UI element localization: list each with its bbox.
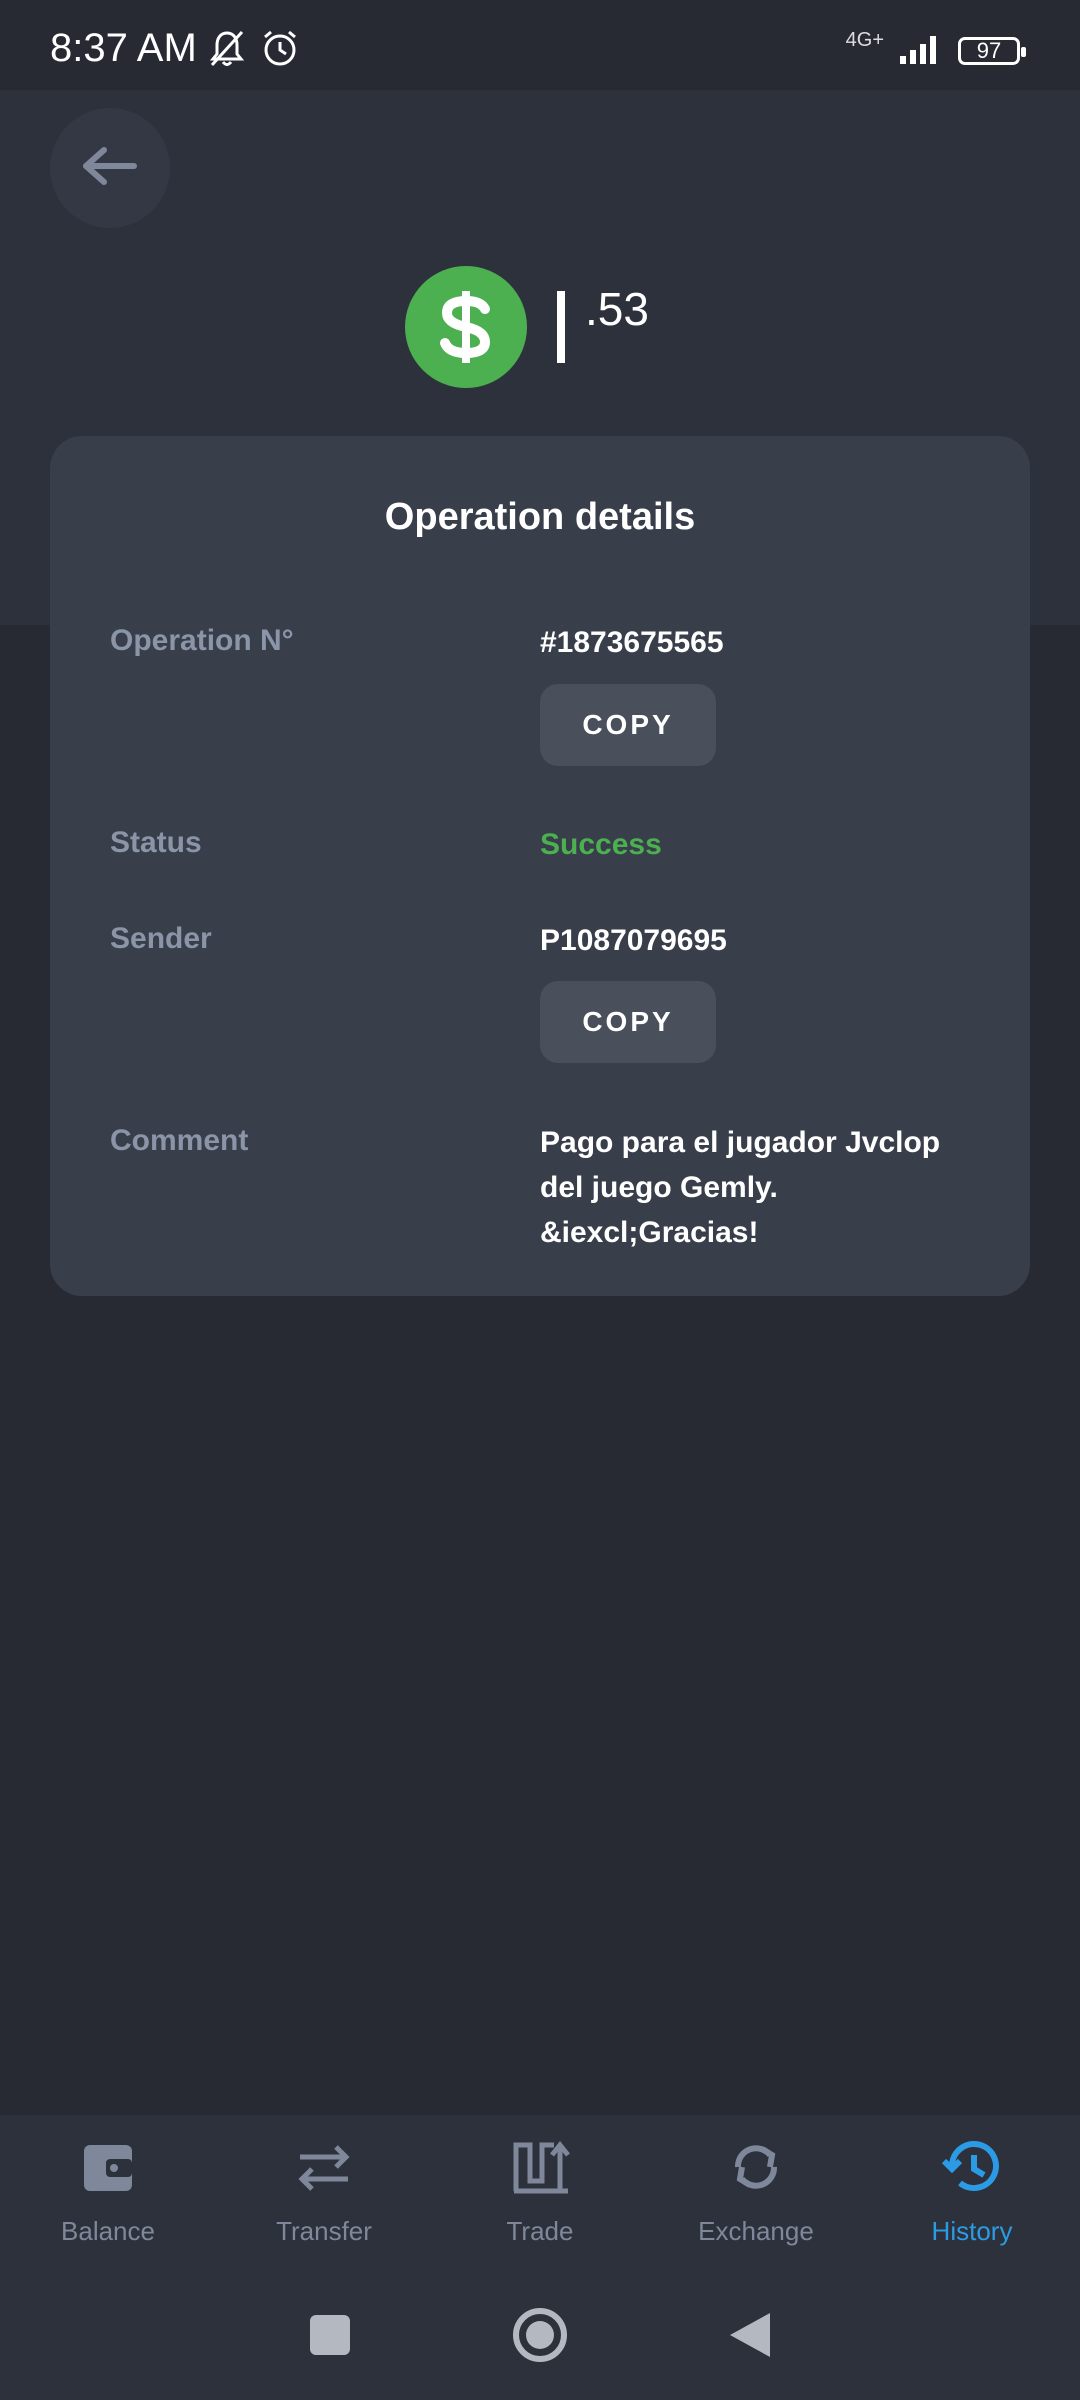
dollar-icon xyxy=(405,266,527,388)
status-value: Success xyxy=(540,828,662,861)
battery-icon: 97 xyxy=(958,36,1026,65)
nav-transfer[interactable]: Transfer xyxy=(216,2115,432,2270)
amount-display: .53 xyxy=(405,265,649,389)
signal-icon xyxy=(898,30,944,71)
operation-details-card: Operation details Operation N° #18736755… xyxy=(50,436,1030,1296)
sender-label: Sender xyxy=(110,922,212,955)
system-nav-bar xyxy=(0,2270,1080,2400)
status-icons-left xyxy=(208,28,300,73)
arrow-left-icon xyxy=(82,146,138,191)
arrows-icon xyxy=(294,2137,354,2202)
nav-trade[interactable]: Trade xyxy=(432,2115,648,2270)
home-button[interactable] xyxy=(512,2307,568,2363)
back-button[interactable] xyxy=(50,108,170,228)
status-icons-right: 4G+ 97 xyxy=(845,29,1026,71)
history-icon xyxy=(941,2137,1002,2202)
operation-number-label: Operation N° xyxy=(110,624,294,657)
comment-value: Pago para el jugador Jvclop del juego Ge… xyxy=(540,1126,941,1249)
bottom-nav: Balance Transfer Trade Exchange History xyxy=(0,2115,1080,2270)
nav-label-balance: Balance xyxy=(61,2216,155,2246)
back-nav-button[interactable] xyxy=(728,2311,772,2359)
bell-off-icon xyxy=(208,28,246,73)
status-label: Status xyxy=(110,826,202,859)
nav-label-history: History xyxy=(931,2216,1013,2246)
amount-cents: .53 xyxy=(585,283,649,335)
network-label: 4G+ xyxy=(845,29,884,51)
operation-number-value: #1873675565 xyxy=(540,626,724,659)
wallet-icon xyxy=(78,2137,138,2202)
nav-label-trade: Trade xyxy=(506,2216,574,2246)
status-bar: 8:37 AM 4G+ 97 xyxy=(0,0,1080,90)
battery-level: 97 xyxy=(976,37,1002,63)
sender-value: P1087079695 xyxy=(540,924,727,957)
status-time: 8:37 AM xyxy=(50,26,197,70)
trade-icon xyxy=(510,2137,570,2202)
copy-sender-button[interactable]: COPY xyxy=(540,981,716,1063)
card-title: Operation details xyxy=(384,496,696,538)
nav-balance[interactable]: Balance xyxy=(0,2115,216,2270)
copy-operation-number-button[interactable]: COPY xyxy=(540,684,716,766)
amount-cursor xyxy=(557,291,565,363)
nav-history[interactable]: History xyxy=(864,2115,1080,2270)
nav-exchange[interactable]: Exchange xyxy=(648,2115,864,2270)
nav-label-exchange: Exchange xyxy=(698,2216,814,2246)
nav-label-transfer: Transfer xyxy=(276,2216,372,2246)
alarm-icon xyxy=(260,28,300,73)
comment-label: Comment xyxy=(110,1124,249,1157)
recents-button[interactable] xyxy=(308,2313,352,2357)
refresh-icon xyxy=(726,2137,786,2202)
